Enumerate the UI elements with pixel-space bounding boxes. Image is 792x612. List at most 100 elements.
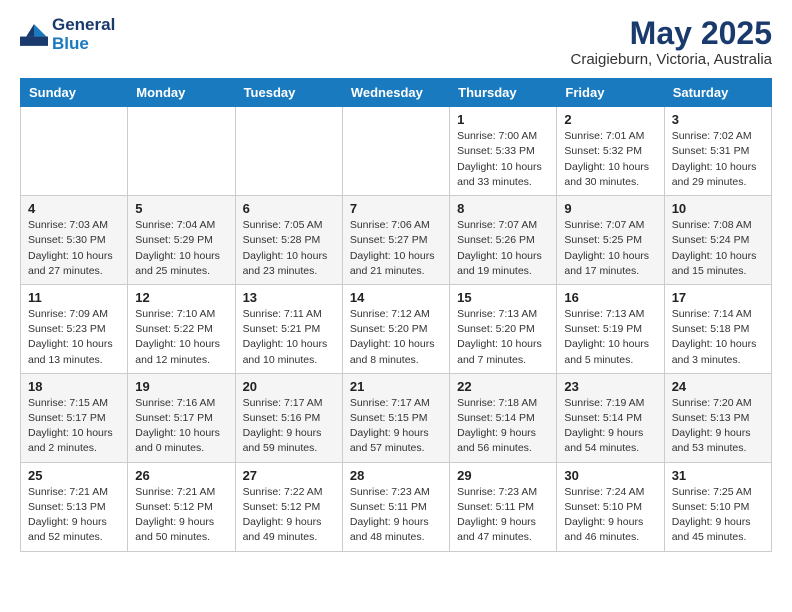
day-cell: 17 Sunrise: 7:14 AMSunset: 5:18 PMDayligh… (664, 284, 771, 373)
day-cell: 27 Sunrise: 7:22 AMSunset: 5:12 PMDayligh… (235, 462, 342, 551)
day-cell: 15 Sunrise: 7:13 AMSunset: 5:20 PMDayligh… (450, 284, 557, 373)
day-cell: 13 Sunrise: 7:11 AMSunset: 5:21 PMDayligh… (235, 284, 342, 373)
day-info: Sunrise: 7:07 AMSunset: 5:26 PMDaylight:… (457, 218, 549, 279)
day-cell: 2 Sunrise: 7:01 AMSunset: 5:32 PMDaylight… (557, 107, 664, 196)
day-number: 26 (135, 468, 227, 483)
day-number: 18 (28, 379, 120, 394)
day-cell: 5 Sunrise: 7:04 AMSunset: 5:29 PMDaylight… (128, 196, 235, 285)
day-cell: 7 Sunrise: 7:06 AMSunset: 5:27 PMDaylight… (342, 196, 449, 285)
day-cell: 24Sunrise: 7:20 AMSunset: 5:13 PMDayligh… (664, 373, 771, 462)
day-info: Sunrise: 7:14 AMSunset: 5:18 PMDaylight:… (672, 307, 764, 368)
col-header-thursday: Thursday (450, 79, 557, 107)
day-info: Sunrise: 7:17 AMSunset: 5:16 PMDaylight:… (243, 396, 335, 457)
col-header-friday: Friday (557, 79, 664, 107)
day-number: 19 (135, 379, 227, 394)
day-cell: 3 Sunrise: 7:02 AMSunset: 5:31 PMDaylight… (664, 107, 771, 196)
day-cell: 10 Sunrise: 7:08 AMSunset: 5:24 PMDayligh… (664, 196, 771, 285)
day-cell: 9 Sunrise: 7:07 AMSunset: 5:25 PMDaylight… (557, 196, 664, 285)
day-cell: 21Sunrise: 7:17 AMSunset: 5:15 PMDayligh… (342, 373, 449, 462)
day-info: Sunrise: 7:23 AMSunset: 5:11 PMDaylight:… (457, 485, 549, 546)
day-cell (21, 107, 128, 196)
day-cell: 12Sunrise: 7:10 AMSunset: 5:22 PMDayligh… (128, 284, 235, 373)
day-number: 7 (350, 201, 442, 216)
day-number: 29 (457, 468, 549, 483)
week-row-1: 1 Sunrise: 7:00 AMSunset: 5:33 PMDaylight… (21, 107, 772, 196)
day-cell: 19Sunrise: 7:16 AMSunset: 5:17 PMDayligh… (128, 373, 235, 462)
day-info: Sunrise: 7:02 AMSunset: 5:31 PMDaylight:… (672, 129, 764, 190)
day-number: 10 (672, 201, 764, 216)
day-number: 22 (457, 379, 549, 394)
col-header-sunday: Sunday (21, 79, 128, 107)
day-cell: 31Sunrise: 7:25 AMSunset: 5:10 PMDayligh… (664, 462, 771, 551)
day-number: 20 (243, 379, 335, 394)
col-header-tuesday: Tuesday (235, 79, 342, 107)
week-row-5: 25 Sunrise: 7:21 AMSunset: 5:13 PMDayligh… (21, 462, 772, 551)
day-number: 9 (564, 201, 656, 216)
month-title: May 2025 (571, 16, 773, 51)
week-row-2: 4 Sunrise: 7:03 AMSunset: 5:30 PMDaylight… (21, 196, 772, 285)
logo: General Blue (20, 16, 115, 53)
day-number: 25 (28, 468, 120, 483)
day-info: Sunrise: 7:22 AMSunset: 5:12 PMDaylight:… (243, 485, 335, 546)
day-number: 31 (672, 468, 764, 483)
day-cell: 11Sunrise: 7:09 AMSunset: 5:23 PMDayligh… (21, 284, 128, 373)
day-number: 5 (135, 201, 227, 216)
day-info: Sunrise: 7:18 AMSunset: 5:14 PMDaylight:… (457, 396, 549, 457)
day-cell: 22 Sunrise: 7:18 AMSunset: 5:14 PMDayligh… (450, 373, 557, 462)
day-cell: 30Sunrise: 7:24 AMSunset: 5:10 PMDayligh… (557, 462, 664, 551)
day-info: Sunrise: 7:13 AMSunset: 5:19 PMDaylight:… (564, 307, 656, 368)
day-number: 21 (350, 379, 442, 394)
day-number: 16 (564, 290, 656, 305)
day-info: Sunrise: 7:04 AMSunset: 5:29 PMDaylight:… (135, 218, 227, 279)
day-info: Sunrise: 7:07 AMSunset: 5:25 PMDaylight:… (564, 218, 656, 279)
day-info: Sunrise: 7:19 AMSunset: 5:14 PMDaylight:… (564, 396, 656, 457)
week-row-3: 11Sunrise: 7:09 AMSunset: 5:23 PMDayligh… (21, 284, 772, 373)
day-number: 28 (350, 468, 442, 483)
day-cell: 29 Sunrise: 7:23 AMSunset: 5:11 PMDayligh… (450, 462, 557, 551)
day-info: Sunrise: 7:13 AMSunset: 5:20 PMDaylight:… (457, 307, 549, 368)
logo-text: General Blue (52, 16, 115, 53)
title-block: May 2025 Craigieburn, Victoria, Australi… (571, 16, 773, 68)
day-info: Sunrise: 7:21 AMSunset: 5:12 PMDaylight:… (135, 485, 227, 546)
day-number: 6 (243, 201, 335, 216)
day-cell: 14Sunrise: 7:12 AMSunset: 5:20 PMDayligh… (342, 284, 449, 373)
day-info: Sunrise: 7:09 AMSunset: 5:23 PMDaylight:… (28, 307, 120, 368)
col-header-monday: Monday (128, 79, 235, 107)
day-number: 17 (672, 290, 764, 305)
day-cell (342, 107, 449, 196)
day-number: 2 (564, 112, 656, 127)
day-info: Sunrise: 7:23 AMSunset: 5:11 PMDaylight:… (350, 485, 442, 546)
day-cell: 28 Sunrise: 7:23 AMSunset: 5:11 PMDayligh… (342, 462, 449, 551)
day-number: 14 (350, 290, 442, 305)
day-info: Sunrise: 7:11 AMSunset: 5:21 PMDaylight:… (243, 307, 335, 368)
day-cell: 23 Sunrise: 7:19 AMSunset: 5:14 PMDayligh… (557, 373, 664, 462)
col-header-saturday: Saturday (664, 79, 771, 107)
day-number: 15 (457, 290, 549, 305)
day-number: 3 (672, 112, 764, 127)
location-subtitle: Craigieburn, Victoria, Australia (571, 51, 773, 68)
header-row: SundayMondayTuesdayWednesdayThursdayFrid… (21, 79, 772, 107)
day-info: Sunrise: 7:24 AMSunset: 5:10 PMDaylight:… (564, 485, 656, 546)
header: General Blue May 2025 Craigieburn, Victo… (20, 16, 772, 68)
day-cell: 8 Sunrise: 7:07 AMSunset: 5:26 PMDaylight… (450, 196, 557, 285)
calendar-page: General Blue May 2025 Craigieburn, Victo… (0, 0, 792, 568)
day-info: Sunrise: 7:05 AMSunset: 5:28 PMDaylight:… (243, 218, 335, 279)
day-cell: 16 Sunrise: 7:13 AMSunset: 5:19 PMDayligh… (557, 284, 664, 373)
day-number: 4 (28, 201, 120, 216)
col-header-wednesday: Wednesday (342, 79, 449, 107)
day-info: Sunrise: 7:00 AMSunset: 5:33 PMDaylight:… (457, 129, 549, 190)
day-number: 23 (564, 379, 656, 394)
day-number: 8 (457, 201, 549, 216)
day-cell: 18Sunrise: 7:15 AMSunset: 5:17 PMDayligh… (21, 373, 128, 462)
day-number: 13 (243, 290, 335, 305)
day-number: 1 (457, 112, 549, 127)
day-info: Sunrise: 7:08 AMSunset: 5:24 PMDaylight:… (672, 218, 764, 279)
day-info: Sunrise: 7:10 AMSunset: 5:22 PMDaylight:… (135, 307, 227, 368)
day-number: 27 (243, 468, 335, 483)
day-info: Sunrise: 7:01 AMSunset: 5:32 PMDaylight:… (564, 129, 656, 190)
day-info: Sunrise: 7:03 AMSunset: 5:30 PMDaylight:… (28, 218, 120, 279)
day-cell: 6 Sunrise: 7:05 AMSunset: 5:28 PMDaylight… (235, 196, 342, 285)
logo-icon (20, 21, 48, 49)
day-info: Sunrise: 7:06 AMSunset: 5:27 PMDaylight:… (350, 218, 442, 279)
day-info: Sunrise: 7:21 AMSunset: 5:13 PMDaylight:… (28, 485, 120, 546)
